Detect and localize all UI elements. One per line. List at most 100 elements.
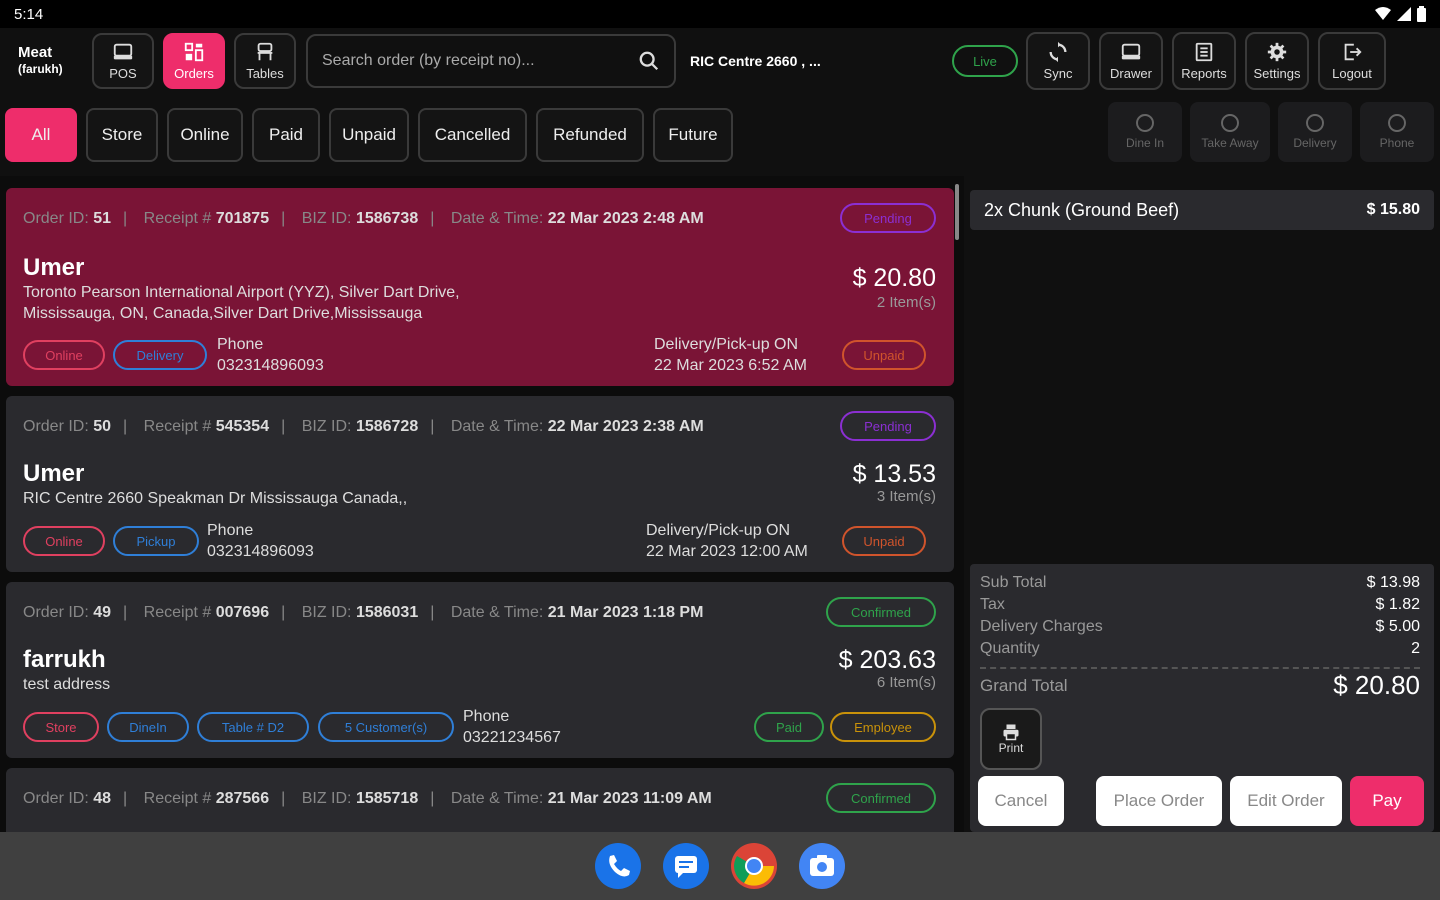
filter-cancelled[interactable]: Cancelled [418, 108, 527, 162]
order-type-badge: DineIn [107, 712, 189, 742]
filter-refunded[interactable]: Refunded [536, 108, 644, 162]
delivery-time: Delivery/Pick-up ON 22 Mar 2023 6:52 AM [654, 336, 807, 374]
payment-badge: Paid [754, 712, 824, 742]
order-card[interactable]: Order ID: 48 | Receipt # 287566 | BIZ ID: … [6, 768, 954, 832]
radio-icon [1306, 114, 1324, 132]
order-meta: Order ID: 48 | Receipt # 287566 | BIZ ID: … [23, 790, 712, 807]
brand-name: Meat [18, 44, 53, 61]
receipt-number: 287566 [215, 790, 270, 807]
order-type-delivery[interactable]: Delivery [1278, 102, 1352, 162]
status-badge: Pending [840, 203, 936, 233]
order-type-badge: Delivery [113, 340, 207, 370]
status-time: 5:14 [14, 5, 44, 23]
nav-tables-button[interactable]: Tables [234, 33, 296, 89]
reports-label: Reports [1181, 66, 1227, 81]
nav-orders-button[interactable]: Orders [163, 33, 225, 89]
edit-order-button[interactable]: Edit Order [1230, 776, 1342, 826]
orders-icon [184, 42, 204, 62]
filter-unpaid[interactable]: Unpaid [329, 108, 409, 162]
status-badge: Pending [840, 411, 936, 441]
nav-pos-button[interactable]: POS [92, 33, 154, 89]
sync-button[interactable]: Sync [1026, 32, 1090, 90]
logout-button[interactable]: Logout [1318, 32, 1386, 90]
store-name: RIC Centre 2660 , ... [690, 53, 821, 69]
item-count: 3 Item(s) [876, 488, 936, 505]
filter-online[interactable]: Online [167, 108, 243, 162]
receipt-number: 007696 [215, 604, 270, 621]
order-list-scrollbar[interactable] [955, 184, 959, 240]
settings-label: Settings [1253, 66, 1301, 81]
biz-id: 1585718 [355, 790, 419, 807]
item-count: 6 Item(s) [876, 674, 936, 691]
pay-button[interactable]: Pay [1350, 776, 1424, 826]
order-type-filters: Dine In Take Away Delivery Phone [1108, 102, 1434, 162]
table-badge: Table # D2 [197, 712, 309, 742]
filter-all[interactable]: All [5, 108, 77, 162]
settings-button[interactable]: Settings [1245, 32, 1309, 90]
live-status-badge[interactable]: Live [952, 45, 1018, 77]
divider [980, 667, 1420, 669]
order-datetime: 21 Mar 2023 11:09 AM [547, 790, 712, 807]
status-badge: Confirmed [826, 597, 936, 627]
radio-icon [1136, 114, 1154, 132]
order-card[interactable]: Order ID: 50 | Receipt # 545354 | BIZ ID: … [6, 396, 954, 572]
radio-icon [1221, 114, 1239, 132]
search-icon[interactable] [638, 50, 660, 72]
cancel-button[interactable]: Cancel [978, 776, 1064, 826]
customer-address: test address [23, 676, 111, 693]
cart-item-price: $ 15.80 [1366, 201, 1420, 218]
receipt-number: 545354 [215, 418, 270, 435]
drawer-button[interactable]: Drawer [1099, 32, 1163, 90]
sub-total-row: Sub Total $ 13.98 [980, 574, 1420, 591]
reports-button[interactable]: Reports [1172, 32, 1236, 90]
customer-name: Umer [23, 254, 85, 281]
order-datetime: 22 Mar 2023 2:38 AM [547, 418, 704, 435]
order-amount: $ 13.53 [852, 460, 936, 488]
filter-future[interactable]: Future [653, 108, 733, 162]
tables-icon [257, 42, 273, 61]
payer-badge: Employee [830, 712, 936, 742]
sync-icon [1049, 41, 1067, 63]
chrome-app-icon[interactable] [731, 843, 777, 889]
order-datetime: 21 Mar 2023 1:18 PM [547, 604, 704, 621]
filter-store[interactable]: Store [86, 108, 158, 162]
order-search-input[interactable] [322, 52, 638, 70]
payment-badge: Unpaid [842, 526, 926, 556]
print-label: Print [998, 741, 1024, 755]
camera-app-icon[interactable] [799, 843, 845, 889]
phone-app-icon[interactable] [595, 843, 641, 889]
cart-line-item[interactable]: 2x Chunk (Ground Beef) $ 15.80 [970, 190, 1434, 230]
order-filter-bar: All Store Online Paid Unpaid Cancelled R… [0, 94, 1440, 176]
order-list[interactable]: Order ID: 51 | Receipt # 701875 | BIZ ID: … [0, 176, 964, 832]
order-type-phone[interactable]: Phone [1360, 102, 1434, 162]
order-card[interactable]: Order ID: 49 | Receipt # 007696 | BIZ ID: … [6, 582, 954, 758]
order-meta: Order ID: 50 | Receipt # 545354 | BIZ ID: … [23, 418, 704, 435]
nav-pos-label: POS [109, 66, 137, 81]
order-card[interactable]: Order ID: 51 | Receipt # 701875 | BIZ ID: … [6, 188, 954, 386]
source-badge: Online [23, 340, 105, 370]
order-id: 49 [93, 604, 112, 621]
order-type-take-away[interactable]: Take Away [1190, 102, 1270, 162]
gear-icon [1267, 42, 1287, 62]
receipt-number: 701875 [215, 210, 270, 227]
quantity-row: Quantity 2 [980, 640, 1420, 657]
messages-app-icon[interactable] [663, 843, 709, 889]
signal-icon [1397, 7, 1411, 21]
delivery-charges-row: Delivery Charges $ 5.00 [980, 618, 1420, 635]
android-dock [0, 832, 1440, 900]
filter-paid[interactable]: Paid [252, 108, 320, 162]
customer-phone: Phone 032314896093 [207, 522, 314, 560]
order-id: 50 [93, 418, 112, 435]
place-order-button[interactable]: Place Order [1096, 776, 1222, 826]
tax-row: Tax $ 1.82 [980, 596, 1420, 613]
order-search[interactable] [306, 34, 676, 88]
print-button[interactable]: Print [980, 708, 1042, 770]
drawer-icon [1121, 43, 1141, 60]
item-count: 2 Item(s) [876, 294, 936, 311]
order-type-dine-in[interactable]: Dine In [1108, 102, 1182, 162]
order-datetime: 22 Mar 2023 2:48 AM [547, 210, 704, 227]
customer-phone: Phone 03221234567 [463, 708, 561, 746]
customer-address: Toronto Pearson International Airport (Y… [23, 284, 460, 322]
customer-name: farrukh [23, 646, 106, 673]
nav-orders-label: Orders [174, 66, 214, 81]
